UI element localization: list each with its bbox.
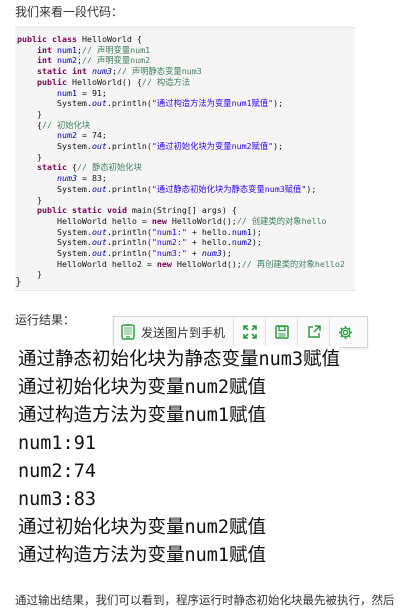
code-line: }: [17, 269, 42, 280]
share-button[interactable]: [298, 317, 331, 347]
code-line: public HelloWorld() {// 构造方法: [36, 76, 191, 87]
code-line: int num2;// 声明变量num2: [36, 55, 151, 66]
code-line: static {// 静态初始化块: [36, 162, 142, 173]
console-output: 通过静态初始化块为静态变量num3赋值 通过初始化块为变量num2赋值 通过构造方法…: [15, 346, 340, 570]
output-line: 通过构造方法为变量num1赋值: [18, 405, 267, 426]
code-block: public class HelloWorld { int num1;// 声明…: [15, 27, 355, 291]
code-line: System.out.println("num2:" + hello.num2)…: [17, 237, 262, 248]
code-line: num2 = 74;: [56, 130, 107, 141]
code-line: System.out.println("通过静态初始化块为静态变量num3赋值"…: [17, 183, 317, 194]
send-to-phone-button[interactable]: 发送图片到手机: [114, 317, 235, 347]
send-to-phone-label: 发送图片到手机: [141, 325, 226, 340]
output-line: num3:83: [18, 489, 96, 510]
output-line: 通过初始化块为变量num2赋值: [18, 517, 267, 538]
result-label: 运行结果：: [15, 313, 76, 327]
code-line: }: [17, 151, 42, 162]
code-line: System.out.println("通过初始化块为变量num2赋值");: [17, 141, 284, 152]
output-line: 通过静态初始化块为静态变量num3赋值: [18, 349, 340, 370]
code-line: num3 = 83;: [56, 173, 107, 184]
output-line: num1:91: [18, 433, 96, 454]
code-line: System.out.println("通过构造方法为变量num1赋值");: [17, 98, 284, 109]
explanation-text: 通过输出结果，我们可以看到，程序运行时静态初始化块最先被执行，然后: [15, 593, 395, 607]
expand-button[interactable]: [234, 317, 267, 347]
code-content: public class HelloWorld { int num1;// 声明…: [15, 34, 345, 280]
save-button[interactable]: [266, 317, 299, 347]
code-closing-brace: }: [15, 275, 22, 288]
expand-icon: [242, 325, 257, 339]
image-toolbar: 发送图片到手机: [113, 316, 368, 348]
code-line: }: [17, 108, 42, 119]
code-line: System.out.println("num1:" + hello.num1)…: [17, 226, 262, 237]
settings-button[interactable]: [330, 317, 361, 347]
code-line: HelloWorld hello2 = new HelloWorld();// …: [17, 258, 345, 269]
save-icon: [274, 325, 289, 339]
code-line: int num1;// 声明变量num1: [36, 44, 151, 55]
intro-text: 我们来看一段代码：: [15, 5, 124, 19]
settings-icon: [338, 325, 353, 339]
code-line: static int num3;// 声明静态变量num3: [36, 66, 202, 77]
output-line: 通过初始化块为变量num2赋值: [18, 377, 267, 398]
code-line: {// 初始化块: [17, 119, 91, 130]
output-line: num2:74: [18, 461, 96, 482]
code-line: }: [17, 194, 42, 205]
code-line: HelloWorld hello = new HelloWorld();// 创…: [17, 215, 327, 226]
code-line: public class HelloWorld {: [17, 34, 142, 44]
phone-icon: [121, 324, 135, 340]
code-line: System.out.println("num3:" + num3);: [17, 248, 232, 259]
code-line: public static void main(String[] args) {: [36, 205, 237, 216]
share-icon: [307, 325, 321, 338]
code-line: num1 = 91;: [56, 87, 107, 98]
output-line: 通过构造方法为变量num1赋值: [18, 545, 267, 566]
